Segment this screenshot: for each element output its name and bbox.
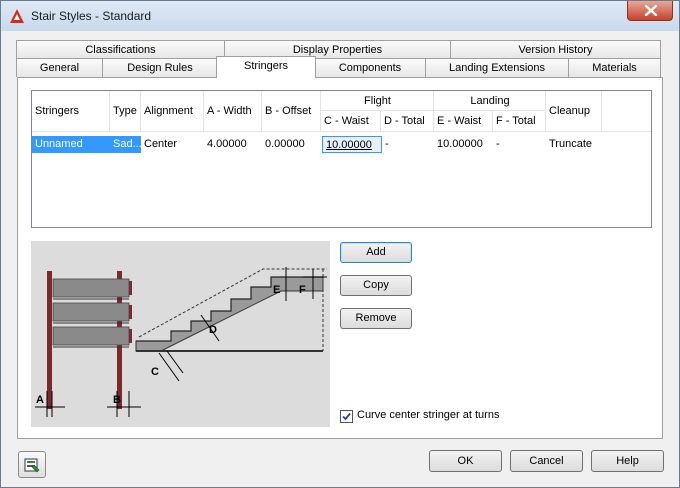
header-group-landing: Landing	[434, 91, 546, 111]
remove-button[interactable]: Remove	[340, 308, 412, 329]
copy-button[interactable]: Copy	[340, 275, 412, 296]
stringers-grid: Stringers Type Alignment A - Width B - O…	[31, 90, 652, 228]
label-f: F	[299, 284, 306, 296]
stringer-illustration: A B C D E F	[31, 241, 330, 427]
tab-general[interactable]: General	[16, 58, 103, 77]
label-d: D	[209, 324, 217, 336]
tab-classifications[interactable]: Classifications	[16, 40, 225, 59]
ok-button[interactable]: OK	[429, 450, 502, 472]
stringer-diagram-drawing: A B C D E F	[35, 267, 327, 417]
cell-a-width[interactable]: 4.00000	[204, 136, 262, 153]
header-group-flight: Flight	[321, 91, 434, 111]
add-button[interactable]: Add	[340, 242, 412, 263]
autocad-a-icon	[10, 9, 24, 23]
cell-f-total[interactable]: -	[493, 136, 546, 153]
title-bar: Stair Styles - Standard	[1, 1, 679, 31]
curve-center-stringer-label: Curve center stringer at turns	[357, 409, 500, 421]
cell-c-waist-editor[interactable]: 10.00000	[322, 136, 382, 153]
label-a: A	[36, 394, 44, 406]
header-d-total[interactable]: D - Total	[381, 111, 434, 132]
header-e-waist[interactable]: E - Waist	[434, 111, 493, 132]
cell-cleanup[interactable]: Truncate	[546, 136, 602, 153]
tab-stringers[interactable]: Stringers	[216, 56, 316, 78]
stair-styles-dialog: Stair Styles - Standard Classifications …	[0, 0, 680, 488]
tab-version-history[interactable]: Version History	[450, 40, 661, 59]
header-c-waist[interactable]: C - Waist	[321, 111, 381, 132]
header-f-total[interactable]: F - Total	[493, 111, 546, 132]
curve-center-stringer-checkbox[interactable]	[340, 410, 353, 423]
stringers-panel: Stringers Type Alignment A - Width B - O…	[17, 77, 663, 439]
cell-stringers[interactable]: Unnamed	[32, 136, 110, 153]
cell-alignment[interactable]: Center	[141, 136, 204, 153]
cell-b-offset[interactable]: 0.00000	[262, 136, 321, 153]
cell-type[interactable]: Sad...	[110, 136, 141, 153]
header-type[interactable]: Type	[110, 91, 141, 132]
cell-d-total[interactable]: -	[382, 136, 434, 153]
checkmark-icon	[342, 412, 351, 421]
style-manager-button[interactable]	[18, 451, 46, 478]
header-b-offset[interactable]: B - Offset	[262, 91, 321, 132]
tab-materials[interactable]: Materials	[568, 58, 661, 77]
tab-design-rules[interactable]: Design Rules	[102, 58, 218, 77]
label-c: C	[151, 366, 159, 378]
cancel-button[interactable]: Cancel	[510, 450, 583, 472]
header-filler	[602, 91, 651, 132]
close-button[interactable]	[627, 1, 673, 21]
label-e: E	[273, 284, 280, 296]
header-cleanup[interactable]: Cleanup	[546, 91, 602, 132]
label-b: B	[113, 394, 121, 406]
window-title: Stair Styles - Standard	[31, 9, 152, 23]
cell-e-waist[interactable]: 10.00000	[434, 136, 493, 153]
style-manager-icon	[24, 458, 40, 473]
header-a-width[interactable]: A - Width	[204, 91, 262, 132]
header-stringers[interactable]: Stringers	[32, 91, 110, 132]
tab-landing-extensions[interactable]: Landing Extensions	[425, 58, 569, 77]
close-x-icon	[644, 5, 658, 16]
header-alignment[interactable]: Alignment	[141, 91, 204, 132]
tab-components[interactable]: Components	[314, 58, 426, 77]
help-button[interactable]: Help	[591, 450, 664, 472]
